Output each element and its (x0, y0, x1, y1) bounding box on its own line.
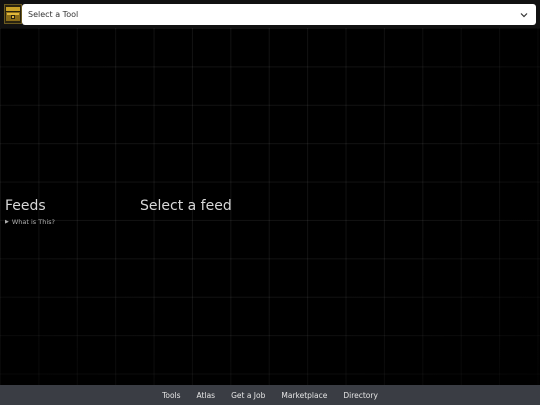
footer-link-atlas[interactable]: Atlas (197, 391, 216, 400)
footer-link-tools[interactable]: Tools (162, 391, 180, 400)
feeds-heading: Feeds (5, 198, 46, 214)
footer-link-get-a-job[interactable]: Get a Job (231, 391, 265, 400)
top-bar: Select a Tool (0, 0, 540, 28)
disclosure-triangle-icon: ▶ (5, 219, 9, 225)
select-feed-prompt: Select a feed (140, 198, 232, 214)
treasure-chest-logo-icon[interactable] (4, 4, 22, 24)
what-is-this-disclosure[interactable]: ▶ What is This? (5, 218, 55, 226)
footer-nav: Tools Atlas Get a Job Marketplace Direct… (0, 385, 540, 405)
tool-select-placeholder: Select a Tool (28, 10, 79, 19)
footer-link-marketplace[interactable]: Marketplace (281, 391, 327, 400)
what-is-this-label: What is This? (11, 218, 55, 226)
footer-link-directory[interactable]: Directory (343, 391, 378, 400)
background-vignette (0, 28, 540, 385)
chevron-down-icon (520, 12, 528, 17)
tool-select-dropdown[interactable]: Select a Tool (22, 4, 536, 25)
